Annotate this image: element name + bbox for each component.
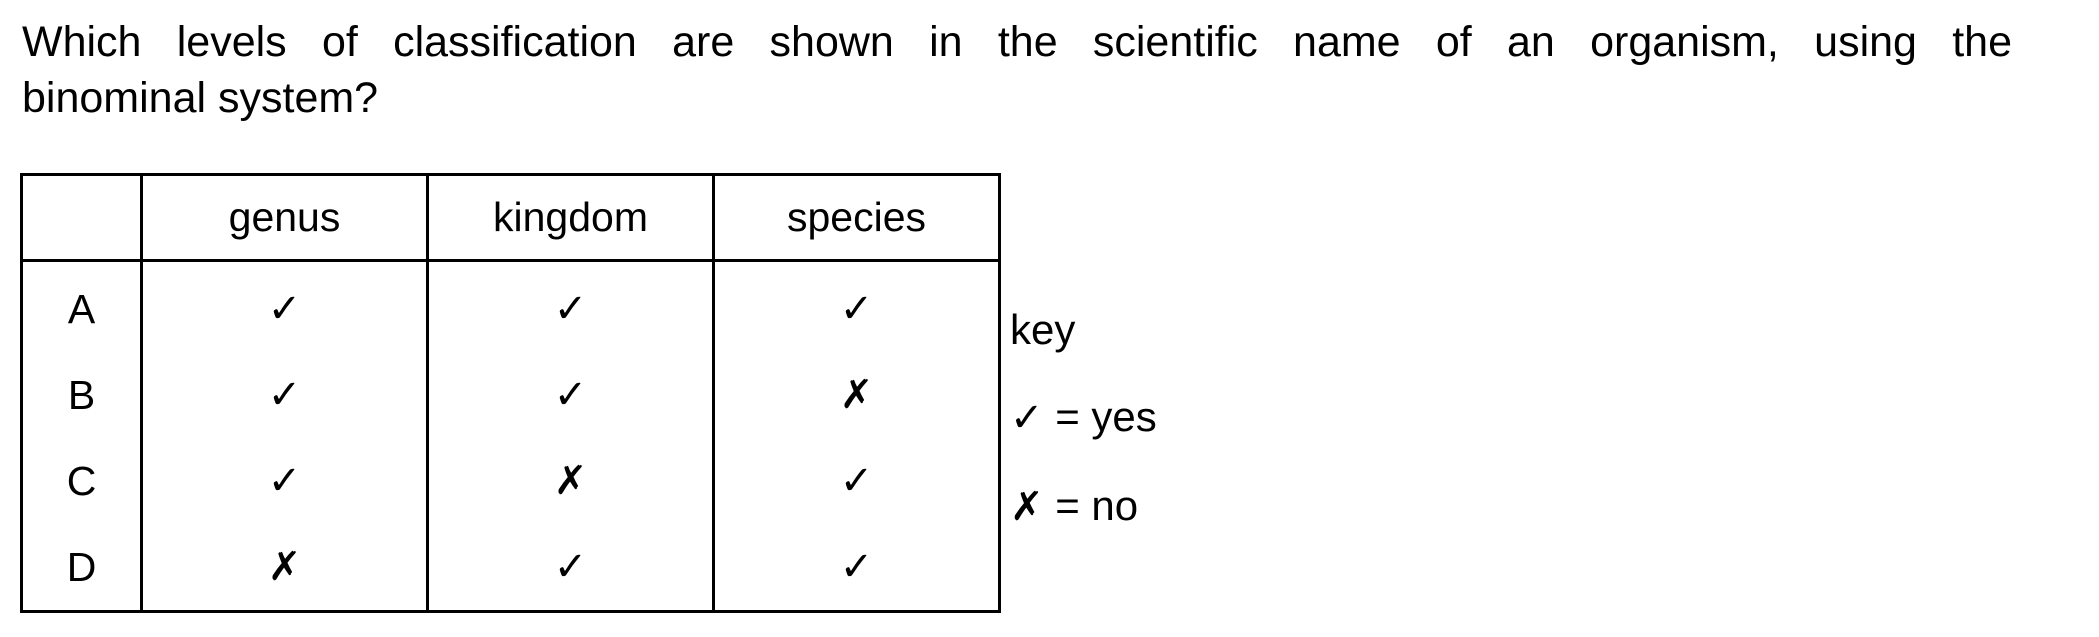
cell-b-species: ✗ (712, 352, 1001, 438)
cell-d-genus: ✗ (140, 524, 429, 613)
cell-a-kingdom: ✓ (426, 260, 715, 352)
table-row-c: C ✓ ✗ ✓ (20, 438, 1001, 524)
tick-icon: ✓ (553, 372, 588, 418)
tick-icon: ✓ (267, 458, 302, 504)
header-kingdom: kingdom (426, 173, 715, 262)
header-empty-cell (20, 173, 143, 262)
tick-icon: ✓ (553, 286, 588, 332)
cell-d-kingdom: ✓ (426, 524, 715, 613)
key-yes-line: ✓ = yes (1010, 373, 1157, 462)
row-label-d: D (20, 524, 143, 613)
classification-table: genus kingdom species A ✓ ✓ ✓ B ✓ ✓ ✗ C … (20, 173, 1001, 613)
cross-icon: ✗ (553, 458, 588, 504)
cell-c-genus: ✓ (140, 438, 429, 524)
cell-b-kingdom: ✓ (426, 352, 715, 438)
tick-icon: ✓ (839, 458, 874, 504)
question-line-2: binominal system? (22, 74, 379, 122)
header-species: species (712, 173, 1001, 262)
cell-d-species: ✓ (712, 524, 1001, 613)
cross-icon: ✗ (839, 372, 874, 418)
cross-icon: ✗ (267, 544, 302, 590)
table-header-row: genus kingdom species (20, 173, 1001, 262)
row-label-a: A (20, 260, 143, 352)
cell-a-species: ✓ (712, 260, 1001, 352)
tick-icon: ✓ (267, 286, 302, 332)
tick-icon: ✓ (839, 544, 874, 590)
tick-icon: ✓ (839, 286, 874, 332)
question-text: Which levels of classification are shown… (22, 14, 2012, 126)
table-row-a: A ✓ ✓ ✓ (20, 260, 1001, 352)
row-label-c: C (20, 438, 143, 524)
key-title: key (1010, 306, 1076, 353)
key-no-text: = no (1055, 482, 1139, 529)
cell-a-genus: ✓ (140, 260, 429, 352)
row-label-b: B (20, 352, 143, 438)
cell-c-kingdom: ✗ (426, 438, 715, 524)
tick-icon: ✓ (267, 372, 302, 418)
tick-icon: ✓ (1010, 395, 1044, 441)
header-genus: genus (140, 173, 429, 262)
key-yes-text: = yes (1055, 393, 1157, 440)
cell-c-species: ✓ (712, 438, 1001, 524)
cross-icon: ✗ (1010, 484, 1044, 530)
question-line-1: Which levels of classification are shown… (22, 18, 2012, 66)
tick-icon: ✓ (553, 544, 588, 590)
key-no-line: ✗ = no (1010, 462, 1157, 551)
key-legend: key ✓ = yes ✗ = no (1010, 286, 1157, 551)
cell-b-genus: ✓ (140, 352, 429, 438)
table-row-d: D ✗ ✓ ✓ (20, 524, 1001, 613)
table-row-b: B ✓ ✓ ✗ (20, 352, 1001, 438)
